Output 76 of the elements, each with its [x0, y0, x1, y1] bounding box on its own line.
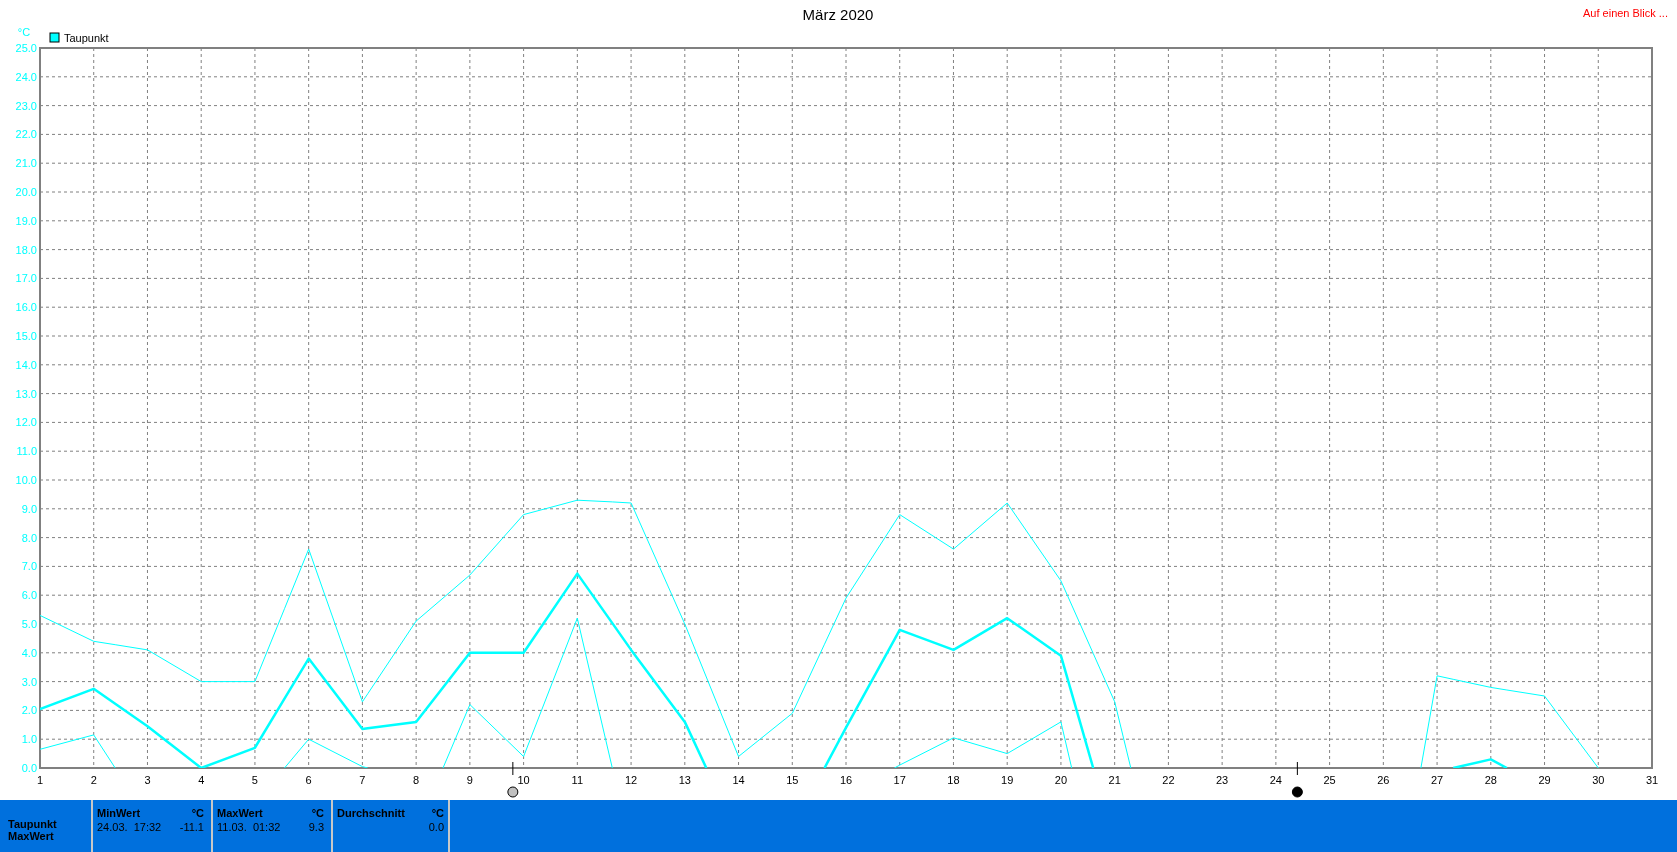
row-label: Taupunkt: [8, 818, 58, 830]
stat-value: -11.1: [179, 821, 204, 833]
legend-label: Taupunkt: [64, 32, 109, 44]
stat-heading: Durchschnitt: [337, 807, 405, 819]
x-tick-label: 2: [90, 774, 97, 786]
x-tick-label: 27: [1430, 774, 1444, 786]
stat-heading: MinWert: [97, 807, 141, 819]
x-tick-label: 12: [624, 774, 638, 786]
stat-value: 0.0: [428, 821, 444, 833]
full-moon-icon: [507, 786, 519, 798]
x-tick-label: 24: [1269, 774, 1282, 786]
new-moon-icon: [1291, 786, 1303, 798]
x-tick-label: 11: [571, 774, 584, 786]
y-tick-label: 19.0: [15, 214, 37, 227]
x-tick-label: 13: [678, 774, 691, 786]
stat-value: 9.3: [308, 821, 324, 833]
y-tick-label: 9.0: [21, 502, 37, 515]
y-tick-label: 8.0: [21, 531, 37, 544]
x-tick-label: 31: [1645, 774, 1659, 786]
x-tick-label: 10: [517, 774, 530, 786]
y-tick-label: 20.0: [15, 186, 37, 198]
y-tick-label: 22.0: [15, 128, 37, 141]
y-tick-label: 16.0: [15, 301, 37, 314]
y-tick-label: 12.0: [15, 416, 37, 429]
stat-date: 24.03. 17:32: [97, 821, 162, 833]
y-tick-label: 15.0: [15, 330, 37, 342]
x-tick-label: 4: [198, 774, 205, 786]
x-tick-label: 22: [1162, 774, 1175, 786]
y-tick-label: 7.0: [21, 560, 37, 573]
x-tick-label: 30: [1592, 774, 1605, 786]
stat-unit: °C: [431, 807, 444, 819]
y-tick-label: 24.0: [15, 70, 37, 83]
x-tick-label: 20: [1054, 774, 1068, 786]
x-tick-label: 17: [893, 774, 906, 786]
y-tick-label: 21.0: [15, 157, 37, 170]
x-tick-label: 6: [305, 774, 312, 786]
x-tick-label: 15: [786, 774, 799, 786]
y-tick-label: 1.0: [21, 733, 37, 746]
y-tick-label: 17.0: [15, 272, 37, 285]
x-tick-label: 25: [1323, 774, 1336, 786]
row-label: MaxWert: [8, 830, 55, 842]
y-tick-label: 3.0: [21, 675, 37, 688]
x-tick-label: 16: [839, 774, 853, 786]
x-tick-label: 14: [732, 774, 745, 786]
x-tick-label: 1: [36, 774, 44, 786]
y-tick-label: 18.0: [15, 243, 37, 256]
chart-title: März 2020: [802, 6, 874, 23]
x-tick-label: 18: [947, 774, 960, 786]
y-tick-label: 6.0: [21, 589, 37, 602]
stat-unit: °C: [191, 807, 204, 819]
x-tick-label: 23: [1216, 774, 1229, 786]
x-tick-label: 28: [1484, 774, 1497, 786]
unit-label: °C: [17, 26, 31, 38]
y-tick-label: 4.0: [21, 646, 37, 659]
x-tick-label: 7: [359, 774, 366, 786]
y-tick-label: 14.0: [15, 358, 37, 371]
x-tick-label: 3: [144, 774, 151, 786]
x-tick-label: 19: [1001, 774, 1014, 786]
y-tick-label: 2.0: [21, 704, 37, 717]
y-tick-label: 0.0: [21, 762, 37, 774]
stat-heading: MaxWert: [217, 807, 263, 819]
x-tick-label: 21: [1108, 774, 1121, 786]
y-tick-label: 25.0: [15, 42, 37, 54]
x-tick-label: 29: [1538, 774, 1551, 786]
y-tick-label: 10.0: [15, 474, 37, 486]
y-tick-label: 13.0: [15, 387, 37, 400]
x-tick-label: 8: [413, 774, 420, 786]
x-tick-label: 5: [251, 774, 258, 786]
stat-date: 11.03. 01:32: [217, 821, 281, 833]
y-tick-label: 23.0: [15, 99, 37, 112]
overview-link[interactable]: Auf einen Blick ...: [1583, 7, 1668, 19]
x-tick-label: 9: [466, 774, 473, 786]
stat-unit: °C: [311, 807, 324, 819]
y-tick-label: 11.0: [16, 445, 37, 458]
y-tick-label: 5.0: [21, 618, 37, 630]
x-tick-label: 26: [1377, 774, 1390, 786]
